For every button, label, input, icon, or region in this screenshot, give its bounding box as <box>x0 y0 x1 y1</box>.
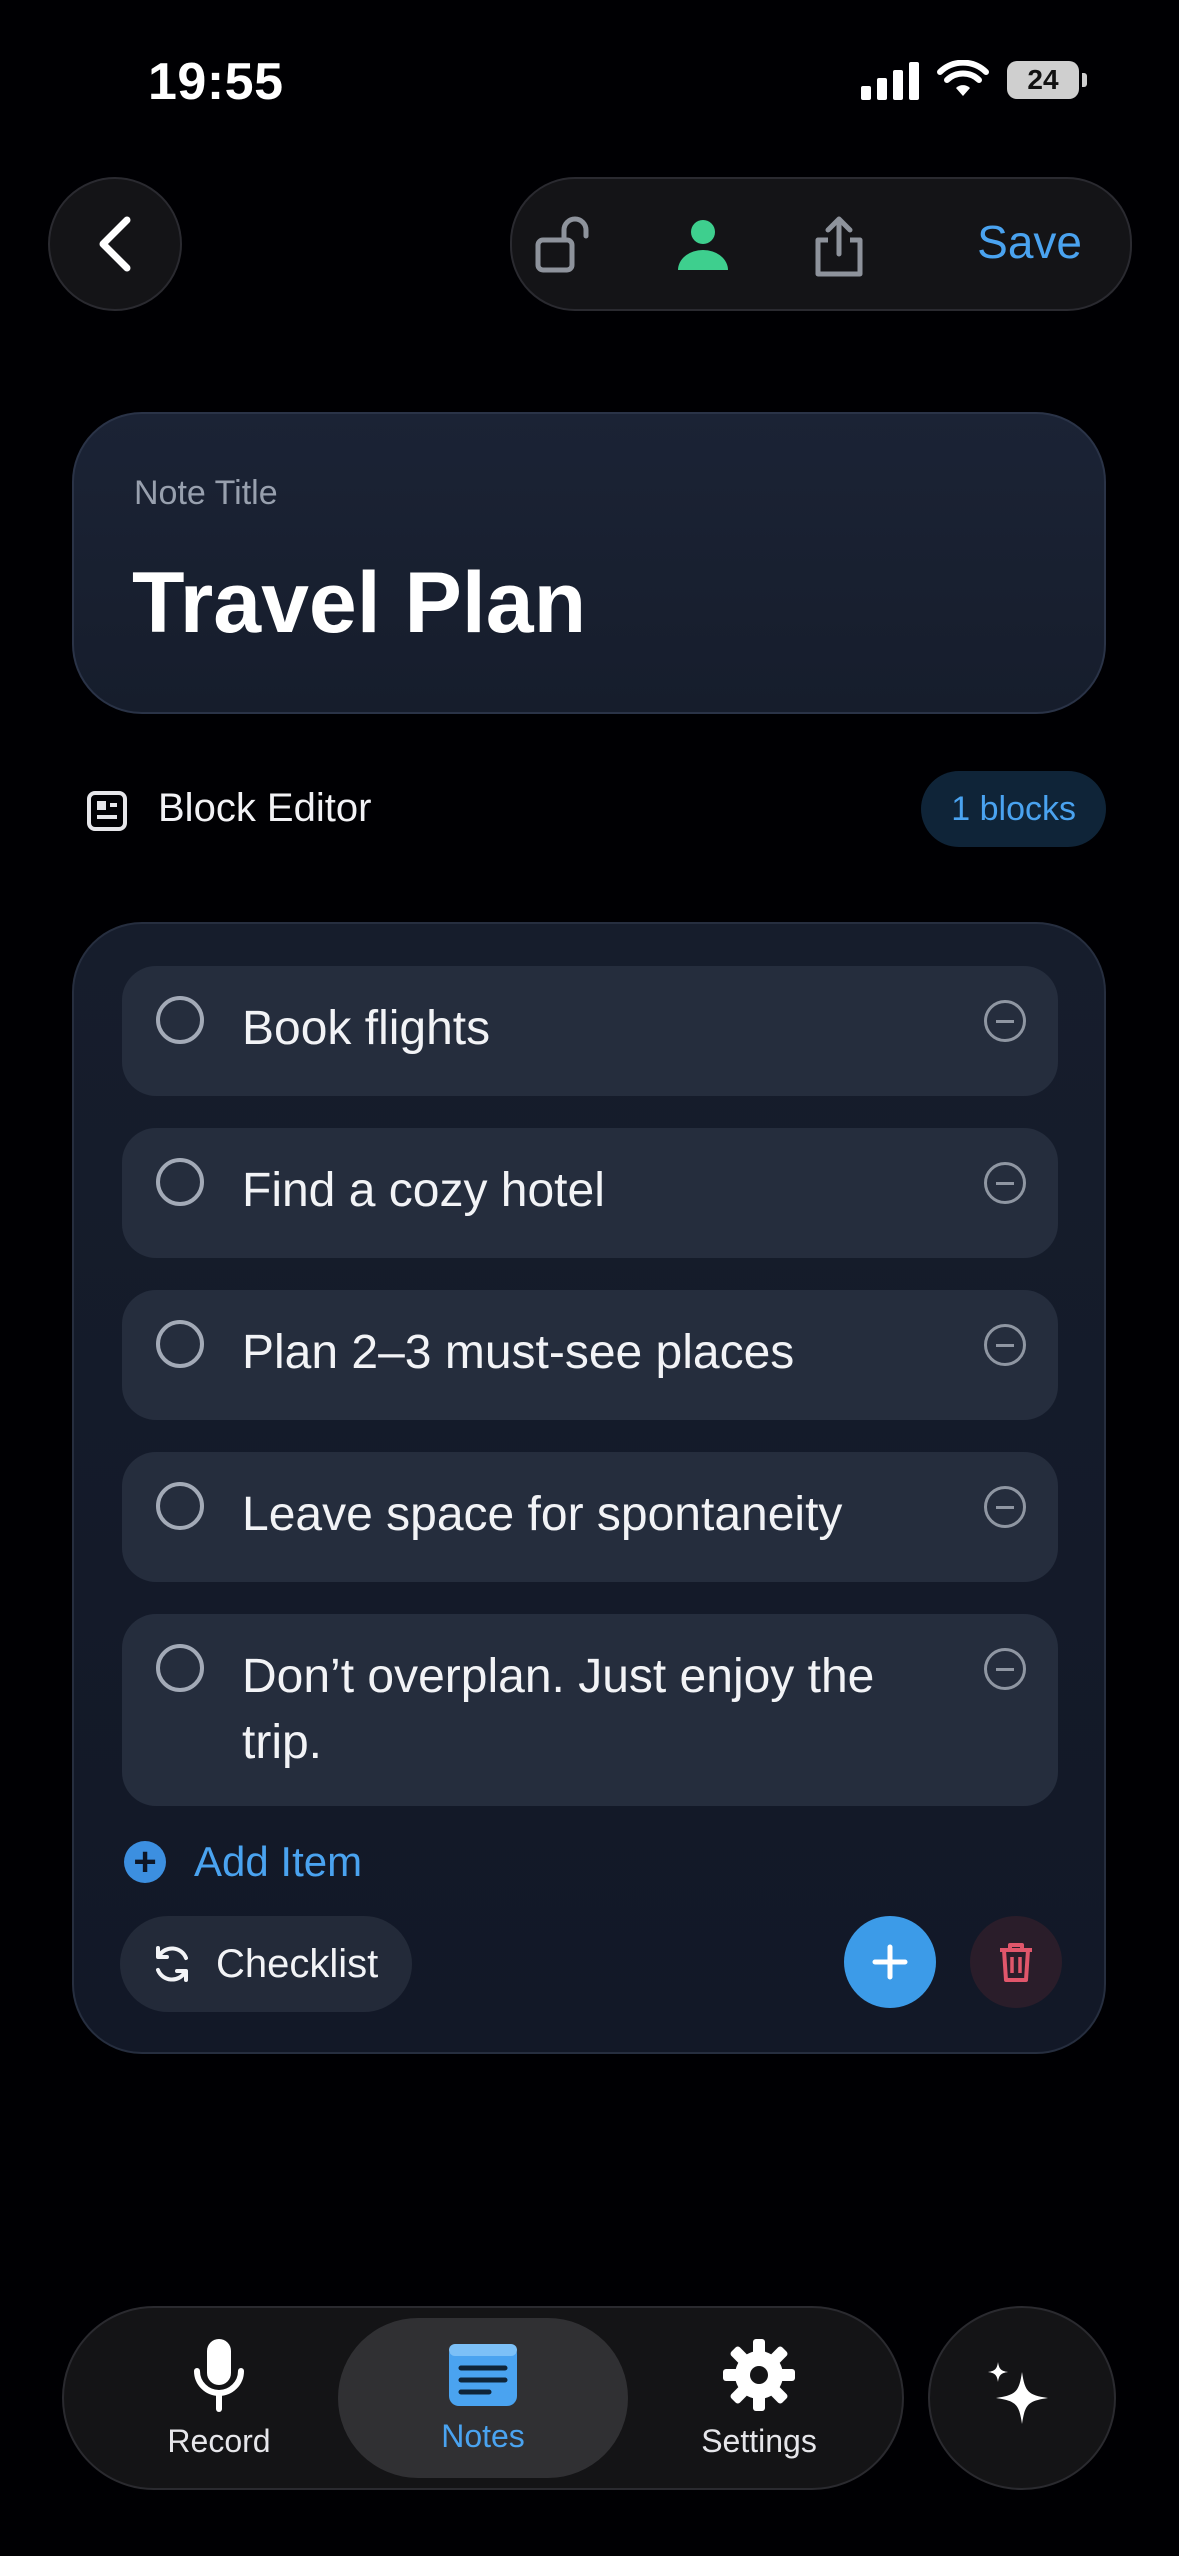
ai-assistant-button[interactable] <box>928 2306 1116 2490</box>
list-item-text[interactable]: Don’t overplan. Just enjoy the trip. <box>242 1644 948 1776</box>
block-editor-icon <box>87 791 127 831</box>
tab-notes[interactable]: Notes <box>338 2318 628 2478</box>
remove-item-icon[interactable] <box>984 1324 1026 1366</box>
add-item-label: Add Item <box>194 1838 363 1885</box>
remove-item-icon[interactable] <box>984 1648 1026 1690</box>
trash-icon <box>1000 1943 1032 1982</box>
block-editor-label: Block Editor <box>158 786 372 830</box>
tab-settings[interactable]: Settings <box>654 2308 864 2488</box>
checkbox[interactable] <box>156 1158 204 1206</box>
block-editor-header: Block Editor 1 blocks <box>86 771 1106 847</box>
back-button[interactable] <box>48 177 182 311</box>
delete-block-button[interactable] <box>970 1916 1062 2008</box>
note-title-card[interactable]: Note Title Travel Plan <box>72 412 1106 714</box>
unlock-icon[interactable] <box>532 214 594 276</box>
add-block-button[interactable] <box>844 1916 936 2008</box>
plus-icon <box>872 1944 908 1980</box>
person-icon[interactable] <box>672 214 734 276</box>
tab-bar: Record Notes Settings <box>62 2306 904 2490</box>
save-button[interactable]: Save <box>977 215 1082 269</box>
battery-level: 24 <box>1027 64 1059 95</box>
list-item[interactable]: Book flights <box>122 966 1058 1096</box>
list-item[interactable]: Don’t overplan. Just enjoy the trip. <box>122 1614 1058 1806</box>
share-icon[interactable] <box>808 214 870 280</box>
block-count-badge: 1 blocks <box>921 771 1106 847</box>
checkbox[interactable] <box>156 1644 204 1692</box>
list-item[interactable]: Find a cozy hotel <box>122 1128 1058 1258</box>
plus-circle-icon: + <box>124 1841 166 1883</box>
list-item[interactable]: Leave space for spontaneity <box>122 1452 1058 1582</box>
status-time: 19:55 <box>148 53 284 111</box>
tab-label: Notes <box>441 2417 525 2454</box>
notes-icon <box>449 2343 517 2406</box>
note-toolbar: Save <box>510 177 1132 311</box>
list-item[interactable]: Plan 2–3 must-see places <box>122 1290 1058 1420</box>
remove-item-icon[interactable] <box>984 1486 1026 1528</box>
block-type-toggle[interactable]: Checklist <box>120 1916 413 2012</box>
sparkles-icon <box>988 2362 1048 2424</box>
note-title-input[interactable]: Travel Plan <box>132 554 586 653</box>
refresh-icon <box>156 1946 188 1982</box>
checkbox[interactable] <box>156 1482 204 1530</box>
microphone-icon <box>194 2338 244 2412</box>
signal-icon <box>861 60 919 100</box>
gear-icon <box>723 2338 795 2411</box>
remove-item-icon[interactable] <box>984 1000 1026 1042</box>
list-item-text[interactable]: Find a cozy hotel <box>242 1158 948 1224</box>
tab-label: Settings <box>701 2422 817 2459</box>
checkbox[interactable] <box>156 996 204 1044</box>
status-icons: 24 <box>861 60 1087 100</box>
list-item-text[interactable]: Book flights <box>242 996 948 1062</box>
checkbox[interactable] <box>156 1320 204 1368</box>
remove-item-icon[interactable] <box>984 1162 1026 1204</box>
wifi-icon <box>937 60 989 96</box>
block-type-label: Checklist <box>216 1941 379 1986</box>
tab-record[interactable]: Record <box>124 2308 314 2488</box>
checklist-block: Book flights Find a cozy hotel Plan 2–3 … <box>72 922 1106 2054</box>
list-item-text[interactable]: Leave space for spontaneity <box>242 1482 948 1548</box>
list-item-text[interactable]: Plan 2–3 must-see places <box>242 1320 948 1386</box>
note-title-label: Note Title <box>134 474 278 512</box>
add-item-button[interactable]: + Add Item <box>124 1838 362 1886</box>
chevron-left-icon <box>99 216 131 272</box>
battery-indicator: 24 <box>1007 61 1087 99</box>
tab-label: Record <box>167 2422 271 2459</box>
